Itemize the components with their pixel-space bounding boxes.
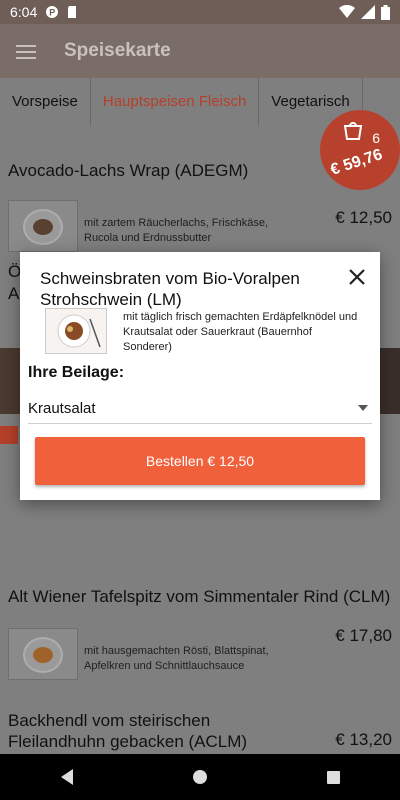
svg-text:P: P: [49, 8, 55, 18]
cart-button[interactable]: 6 € 59,76: [320, 110, 400, 190]
dialog-title: Schweinsbraten vom Bio-Voralpen Strohsch…: [40, 269, 300, 309]
order-dialog: Schweinsbraten vom Bio-Voralpen Strohsch…: [20, 252, 380, 500]
item-photo: [0, 348, 20, 414]
hamburger-menu-icon[interactable]: [16, 43, 38, 59]
item-photo: [380, 348, 400, 414]
app-bar: Speisekarte: [0, 24, 400, 78]
list-item[interactable]: Backhendl vom steirischen Fleilandhuhn g…: [0, 702, 400, 754]
app-notification-icon: P: [46, 6, 59, 18]
item-image: [8, 628, 78, 680]
cart-count: 6: [372, 130, 380, 146]
side-dish-select[interactable]: Krautsalat: [28, 394, 372, 424]
close-icon[interactable]: [346, 266, 368, 288]
item-title: Alt Wiener Tafelspitz vom Simmentaler Ri…: [8, 587, 391, 606]
item-description: mit hausgemachten Rösti, Blattspinat, Ap…: [84, 645, 269, 672]
page-title: Speisekarte: [64, 40, 171, 61]
dish-image: [45, 308, 107, 354]
system-nav-bar: [0, 754, 400, 800]
wifi-icon: [339, 5, 355, 18]
dropdown-arrow-icon: [358, 405, 368, 411]
item-price: € 13,20: [335, 730, 392, 749]
item-price: € 12,50: [335, 208, 392, 227]
item-title: Avocado-Lachs Wrap (ADEGM): [8, 161, 249, 180]
list-item[interactable]: Alt Wiener Tafelspitz vom Simmentaler Ri…: [0, 566, 400, 696]
sd-card-icon: [68, 6, 77, 18]
item-price: € 17,80: [335, 626, 392, 645]
cart-total: € 59,76: [328, 146, 385, 179]
item-title: Backhendl vom steirischen Fleilandhuhn g…: [8, 711, 248, 751]
home-icon[interactable]: [188, 765, 212, 789]
cell-signal-icon: [361, 5, 375, 19]
side-dish-value: Krautsalat: [28, 400, 96, 417]
status-bar: 6:04 P: [0, 0, 400, 24]
back-icon[interactable]: [55, 765, 79, 789]
status-time: 6:04: [10, 4, 38, 20]
tab-vorspeise[interactable]: Vorspeise: [0, 78, 91, 126]
shopping-bag-icon: [343, 122, 363, 140]
dish-description: mit täglich frisch gemachten Erdäpfelknö…: [123, 311, 358, 353]
order-button[interactable]: Bestellen € 12,50: [35, 437, 365, 485]
tab-hauptspeisen-fleisch[interactable]: Hauptspeisen Fleisch: [91, 78, 260, 126]
recents-icon[interactable]: [321, 765, 345, 789]
category-marker: [0, 426, 18, 444]
item-image: [8, 200, 78, 252]
item-description: mit zartem Räucherlachs, Frischkäse, Ruc…: [84, 217, 268, 244]
battery-icon: [381, 4, 390, 20]
side-dish-label: Ihre Beilage:: [28, 364, 125, 381]
partial-item-letter: A: [8, 284, 20, 303]
